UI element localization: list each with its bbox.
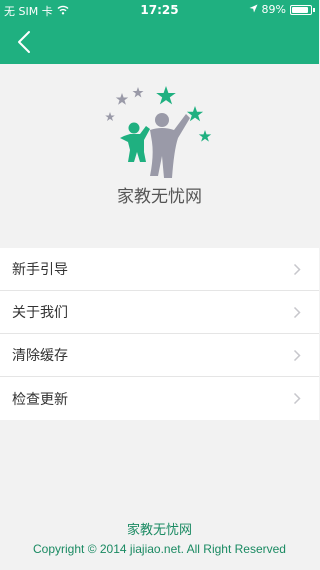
- menu-item-label: 关于我们: [12, 305, 68, 321]
- app-name: 家教无忧网: [117, 187, 202, 207]
- menu-item-clear-cache[interactable]: 清除缓存: [0, 334, 319, 377]
- back-button[interactable]: [12, 28, 36, 56]
- app-logo: [105, 86, 212, 178]
- star-icon: [105, 112, 115, 121]
- battery-percent: 89%: [261, 3, 286, 16]
- menu-item-label: 检查更新: [12, 391, 68, 408]
- chevron-right-icon: [293, 263, 301, 275]
- chevron-right-icon: [293, 349, 301, 361]
- battery-fill: [292, 6, 309, 13]
- chevron-left-icon: [18, 31, 30, 53]
- settings-menu: 新手引导 关于我们 清除缓存 检查更新: [0, 248, 319, 420]
- menu-item-check-update[interactable]: 检查更新: [0, 377, 319, 420]
- footer-app-name: 家教无忧网: [126, 523, 192, 538]
- menu-item-guide[interactable]: 新手引导: [0, 248, 319, 291]
- star-icon: [198, 130, 212, 142]
- location-arrow-icon: [249, 3, 258, 16]
- menu-item-about[interactable]: 关于我们: [0, 291, 319, 334]
- chevron-right-icon: [293, 392, 301, 405]
- star-icon: [115, 93, 129, 105]
- footer-copyright: Copyright © 2014 jiajiao.net. All Right …: [33, 542, 286, 556]
- menu-item-label: 清除缓存: [12, 348, 68, 364]
- star-icon: [156, 86, 176, 105]
- star-icon: [132, 87, 144, 98]
- menu-item-label: 新手引导: [12, 262, 68, 278]
- status-bar: 无 SIM 卡 17:25 89%: [0, 0, 319, 20]
- logo-area: 家教无忧网: [0, 64, 319, 248]
- chevron-right-icon: [293, 306, 301, 318]
- battery-icon: [290, 4, 312, 15]
